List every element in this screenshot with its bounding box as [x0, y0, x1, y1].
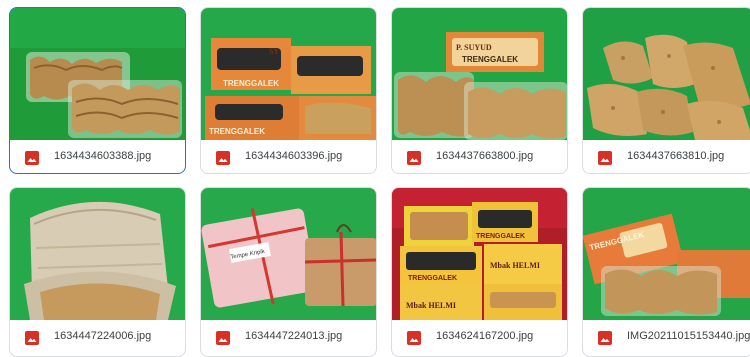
photo-text: TRENGGALEK [462, 55, 518, 64]
file-name: 1634434603396.jpg [245, 150, 343, 162]
file-thumbnail [583, 8, 750, 140]
file-thumbnail: TRENGGALEK TRENGGALEK Mbak HELMI Mbak HE… [392, 188, 567, 320]
file-card[interactable]: TRENGGALEK TRENGGALEK Mbak HELMI Mbak HE… [391, 187, 568, 357]
file-card[interactable]: 1634434603388.jpg [9, 7, 186, 174]
image-file-icon [598, 151, 612, 165]
file-name: 1634437663810.jpg [627, 150, 725, 162]
file-thumbnail: Tempe Kripik [201, 188, 376, 320]
file-card[interactable]: P. SUYUD TRENGGALEK 1634437663800.jpg [391, 7, 568, 174]
photo-text: TRENGGALEK [209, 127, 265, 136]
file-thumbnail [10, 8, 185, 140]
photo-text: Mbak HELMI [490, 261, 540, 270]
image-file-icon [216, 331, 230, 345]
file-name: 1634437663800.jpg [436, 150, 534, 162]
file-card[interactable]: SY TRENGGALEK TRENGGALEK 1634434603396.j… [200, 7, 377, 174]
image-file-icon [25, 331, 39, 345]
file-name: 1634434603388.jpg [54, 150, 152, 162]
photo-text: P. SUYUD [456, 43, 492, 52]
image-file-icon [407, 151, 421, 165]
image-file-icon [25, 151, 39, 165]
file-card[interactable]: 1634437663810.jpg [582, 7, 750, 174]
image-file-icon [216, 151, 230, 165]
file-name: IMG20211015153440.jpg [627, 330, 750, 342]
photo-text: TRENGGALEK [408, 275, 457, 282]
file-name: 1634447224013.jpg [245, 330, 343, 342]
image-file-icon [407, 331, 421, 345]
photo-text: TRENGGALEK [223, 79, 279, 88]
file-card[interactable]: 1634447224006.jpg [9, 187, 186, 357]
photo-text: TRENGGALEK [476, 233, 525, 240]
photo-text: SY [269, 47, 279, 56]
image-file-icon [598, 331, 612, 345]
file-name: 1634624167200.jpg [436, 330, 534, 342]
file-name: 1634447224006.jpg [54, 330, 152, 342]
file-card[interactable]: Tempe Kripik 1634447224013.jpg [200, 187, 377, 357]
file-thumbnail: P. SUYUD TRENGGALEK [392, 8, 567, 140]
file-thumbnail: SY TRENGGALEK TRENGGALEK [201, 8, 376, 140]
file-thumbnail [10, 188, 185, 320]
photo-text: Mbak HELMI [406, 301, 456, 310]
file-card[interactable]: TRENGGALEK IMG20211015153440.jpg [582, 187, 750, 357]
file-thumbnail: TRENGGALEK [583, 188, 750, 320]
